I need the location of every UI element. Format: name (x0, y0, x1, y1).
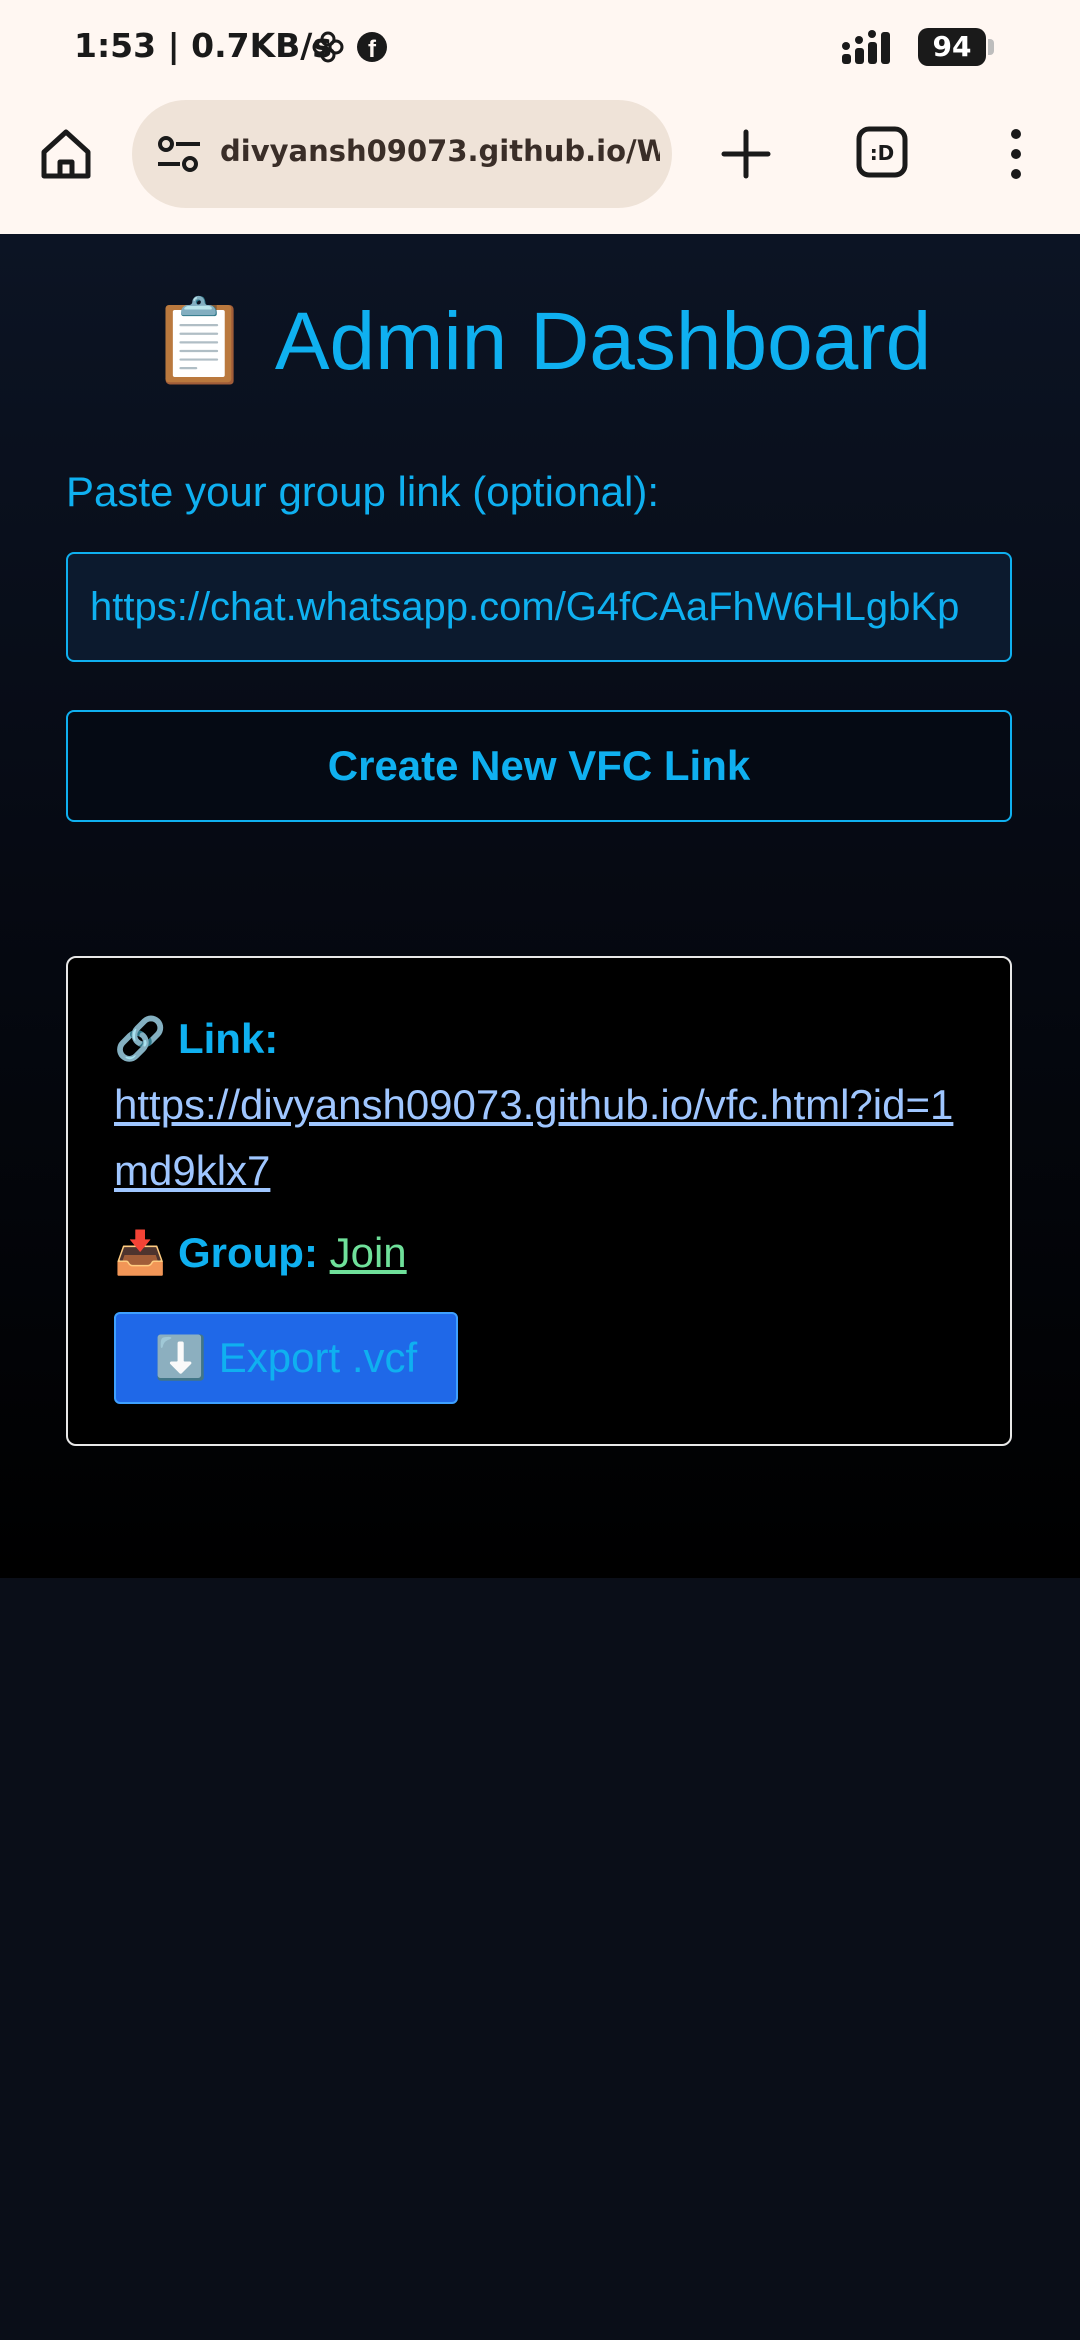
group-link-label: Paste your group link (optional): (66, 468, 659, 515)
status-bar: 1:53 | 0.7KB/s f 94 (0, 0, 1080, 96)
battery-tip (988, 39, 994, 55)
site-settings-icon[interactable] (156, 134, 202, 179)
page-content: 📋 Admin Dashboard Paste your group link (… (0, 234, 1080, 1578)
generated-link[interactable]: https://divyansh09073.github.io/vfc.html… (114, 1081, 953, 1194)
clipboard-icon: 📋 (148, 296, 251, 387)
address-bar[interactable]: divyansh09073.github.io/WhatsApp-VCF (132, 100, 672, 208)
signal-icon (840, 30, 900, 71)
export-vcf-button[interactable]: ⬇️ Export .vcf (114, 1312, 458, 1404)
svg-text:f: f (368, 36, 377, 63)
flower-icon (312, 31, 344, 63)
join-link[interactable]: Join (330, 1229, 407, 1276)
svg-text::D: :D (870, 141, 895, 165)
more-options-icon[interactable] (1006, 126, 1026, 182)
status-notification-icons: f (312, 30, 392, 71)
group-link-input[interactable] (66, 552, 1012, 662)
home-icon[interactable] (38, 126, 94, 182)
status-time-speed: 1:53 | 0.7KB/s (74, 26, 332, 65)
page-title-text: Admin Dashboard (274, 296, 932, 387)
result-card: 🔗 Link: https://divyansh09073.github.io/… (66, 956, 1012, 1446)
facebook-icon: f (357, 32, 387, 63)
inbox-tray-icon: 📥 (114, 1229, 167, 1276)
url-text[interactable]: divyansh09073.github.io/WhatsApp-VCF (220, 134, 660, 168)
group-label: Group: (177, 1229, 318, 1276)
link-row: 🔗 Link: https://divyansh09073.github.io/… (114, 1006, 974, 1204)
browser-toolbar: divyansh09073.github.io/WhatsApp-VCF :D (0, 96, 1080, 234)
tab-switcher-icon[interactable]: :D (856, 126, 908, 178)
battery-icon: 94 (918, 28, 986, 66)
link-label: Link: (177, 1015, 279, 1062)
new-tab-icon[interactable] (718, 126, 774, 182)
link-icon: 🔗 (114, 1015, 167, 1062)
page-title: 📋 Admin Dashboard (0, 294, 1080, 390)
create-vfc-link-button[interactable]: Create New VFC Link (66, 710, 1012, 822)
group-row: 📥 Group: Join (114, 1220, 407, 1286)
